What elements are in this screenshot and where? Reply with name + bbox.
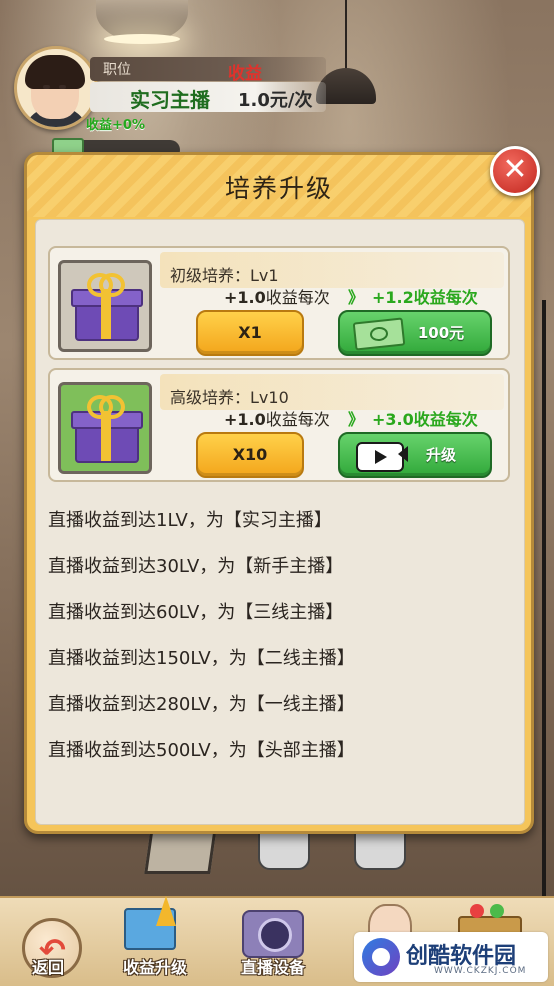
lamp-cord: [345, 0, 347, 70]
nav-live-equipment-label: 直播设备: [240, 958, 305, 977]
level-item: 直播收益到达1LV，为【实习主播】: [48, 510, 332, 531]
camera-icon: [242, 910, 304, 958]
modal-title: 培养升级: [224, 174, 333, 203]
card-current-gain: +1.0收益每次: [224, 284, 330, 308]
modal-body: 初级培养：Lv1 +1.0收益每次 》 +1.2收益每次 X1 100元 高级培…: [35, 219, 525, 825]
upgrade-card-advanced: 高级培养：Lv10 +1.0收益每次 》 +3.0收益每次 X10 升级: [48, 368, 510, 482]
arrow-icon: 》: [348, 288, 365, 307]
income-label: 收益: [228, 64, 262, 84]
gain-value: +1.0: [224, 288, 266, 307]
avatar-hair: [25, 55, 85, 89]
anchor-title: 实习主播: [130, 88, 210, 112]
arrow-icon: 》: [348, 410, 365, 429]
nav-live-equipment[interactable]: 直播设备: [228, 898, 318, 986]
upgrade-modal: 培养升级 初级培养：Lv1 +1.0收益每次 》 +1.2收益每次 X1 100…: [24, 152, 534, 834]
card-next-gain: +3.0收益每次: [372, 410, 478, 429]
gift-bow: [87, 273, 125, 297]
buy-upgrade-label: 100元: [417, 324, 465, 342]
cash-icon: [352, 317, 406, 351]
tripod-stand: [542, 300, 546, 900]
level-item: 直播收益到达500LV，为【头部主播】: [48, 740, 355, 761]
gain-unit: 收益每次: [265, 288, 330, 307]
card-name: 初级培养：Lv1: [170, 266, 279, 285]
video-icon: [356, 442, 404, 472]
avatar-eye-left: [43, 85, 50, 89]
multiplier-button[interactable]: X10: [196, 432, 304, 478]
watermark-logo: [362, 938, 400, 976]
close-button[interactable]: ✕: [490, 146, 540, 196]
buy-upgrade-button[interactable]: 100元: [338, 310, 492, 356]
upgrade-gift-icon: [124, 896, 176, 950]
level-item: 直播收益到达60LV，为【三线主播】: [48, 602, 344, 623]
watermark-url: WWW.CKZKJ.COM: [434, 966, 527, 976]
card-next-gain: +1.2收益每次: [372, 288, 478, 307]
gift-icon: [58, 260, 152, 352]
nav-back-label: 返回: [31, 958, 64, 977]
gain-unit: 收益每次: [265, 410, 330, 429]
video-upgrade-label: 升级: [425, 446, 456, 464]
level-item: 直播收益到达280LV，为【一线主播】: [48, 694, 355, 715]
card-current-gain: +1.0收益每次: [224, 406, 330, 430]
nav-income-upgrade-label: 收益升级: [122, 958, 187, 977]
lamp-glow: [104, 34, 180, 44]
card-name: 高级培养：Lv10: [170, 388, 289, 407]
site-watermark: 创酷软件园 WWW.CKZKJ.COM: [354, 932, 548, 982]
income-bonus: 收益+0%: [86, 118, 145, 133]
video-upgrade-button[interactable]: 升级: [338, 432, 492, 478]
modal-header: 培养升级: [27, 155, 531, 217]
gift-icon: [58, 382, 152, 474]
level-item: 直播收益到达150LV，为【二线主播】: [48, 648, 355, 669]
multiplier-button[interactable]: X1: [196, 310, 304, 356]
gift-bow: [87, 395, 125, 419]
income-rate: 1.0元/次: [238, 90, 313, 111]
nav-income-upgrade[interactable]: 收益升级: [110, 896, 200, 986]
avatar-eye-right: [59, 85, 66, 89]
nav-back[interactable]: ↶ 返回: [0, 898, 96, 986]
gain-value: +1.0: [224, 410, 266, 429]
upgrade-card-basic: 初级培养：Lv1 +1.0收益每次 》 +1.2收益每次 X1 100元: [48, 246, 510, 360]
level-item: 直播收益到达30LV，为【新手主播】: [48, 556, 344, 577]
job-label: 职位: [103, 62, 131, 78]
